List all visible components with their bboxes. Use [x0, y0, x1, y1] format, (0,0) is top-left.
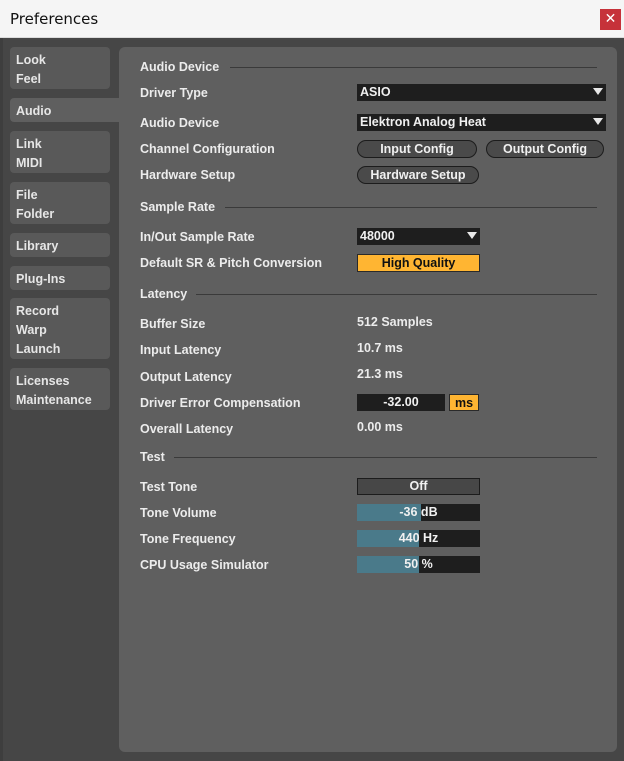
hardware-setup-button[interactable]: Hardware Setup: [357, 166, 479, 184]
section-audio-device: Audio Device: [140, 60, 220, 74]
tab-label: Launch: [16, 342, 61, 356]
tab-plug-ins[interactable]: Plug-Ins: [10, 266, 110, 290]
section-sample-rate: Sample Rate: [140, 200, 216, 214]
title-bar: Preferences ✕: [0, 0, 624, 38]
tab-look-feel[interactable]: Look Feel: [10, 47, 110, 89]
close-icon[interactable]: ✕: [600, 9, 621, 30]
chevron-down-icon: [593, 88, 603, 95]
test-tone-label: Test Tone: [140, 480, 198, 494]
tone-frequency-label: Tone Frequency: [140, 532, 236, 546]
audio-device-value: Elektron Analog Heat: [360, 115, 486, 129]
section-divider: [225, 207, 597, 208]
io-sample-rate-value: 48000: [360, 229, 395, 243]
sr-conversion-toggle[interactable]: High Quality: [357, 254, 480, 272]
input-config-button[interactable]: Input Config: [357, 140, 477, 158]
section-latency: Latency: [140, 287, 188, 301]
driver-error-label: Driver Error Compensation: [140, 396, 301, 410]
io-sample-rate-label: In/Out Sample Rate: [140, 230, 255, 244]
tab-label: Library: [16, 239, 59, 253]
tab-label: Link: [16, 137, 42, 151]
tone-volume-label: Tone Volume: [140, 506, 217, 520]
output-config-button[interactable]: Output Config: [486, 140, 604, 158]
section-divider: [196, 294, 597, 295]
tab-label: Record: [16, 304, 60, 318]
tab-record-warp-launch[interactable]: Record Warp Launch: [10, 298, 110, 359]
io-sample-rate-dropdown[interactable]: 48000: [357, 228, 480, 245]
output-latency-value: 21.3 ms: [357, 367, 403, 381]
overall-latency-value: 0.00 ms: [357, 420, 403, 434]
input-latency-value: 10.7 ms: [357, 341, 403, 355]
driver-type-value: ASIO: [360, 85, 391, 99]
driver-type-label: Driver Type: [140, 86, 208, 100]
tab-label: Audio: [16, 104, 52, 118]
tab-licenses-maintenance[interactable]: Licenses Maintenance: [10, 368, 110, 410]
channel-config-label: Channel Configuration: [140, 142, 275, 156]
tab-label: Warp: [16, 323, 47, 337]
tab-label: MIDI: [16, 156, 43, 170]
tone-volume-slider[interactable]: -36 dB: [357, 504, 480, 521]
tab-label: Plug-Ins: [16, 272, 66, 286]
tab-label: Licenses: [16, 374, 70, 388]
driver-error-unit: ms: [449, 394, 479, 411]
tab-label: Feel: [16, 72, 42, 86]
tab-label: File: [16, 188, 38, 202]
cpu-simulator-label: CPU Usage Simulator: [140, 558, 269, 572]
tab-label: Folder: [16, 207, 55, 221]
window-title: Preferences: [10, 10, 99, 28]
cpu-simulator-slider[interactable]: 50 %: [357, 556, 480, 573]
buffer-size-value[interactable]: 512 Samples: [357, 315, 433, 329]
section-test: Test: [140, 450, 165, 464]
input-latency-label: Input Latency: [140, 343, 222, 357]
hardware-setup-label: Hardware Setup: [140, 168, 236, 182]
tone-frequency-value: 440 Hz: [398, 531, 439, 545]
driver-type-dropdown[interactable]: ASIO: [357, 84, 606, 101]
test-tone-toggle[interactable]: Off: [357, 478, 480, 495]
audio-device-dropdown[interactable]: Elektron Analog Heat: [357, 114, 606, 131]
cpu-simulator-value: 50 %: [404, 557, 433, 571]
tone-frequency-slider[interactable]: 440 Hz: [357, 530, 480, 547]
chevron-down-icon: [593, 118, 603, 125]
left-edge: [0, 38, 3, 761]
section-divider: [230, 67, 597, 68]
audio-device-label: Audio Device: [140, 116, 220, 130]
sr-conversion-label: Default SR & Pitch Conversion: [140, 256, 322, 270]
tab-label: Maintenance: [16, 393, 92, 407]
tab-file-folder[interactable]: File Folder: [10, 182, 110, 224]
output-latency-label: Output Latency: [140, 370, 232, 384]
tone-volume-value: -36 dB: [399, 505, 438, 519]
chevron-down-icon: [467, 232, 477, 239]
driver-error-input[interactable]: -32.00: [357, 394, 445, 411]
buffer-size-label: Buffer Size: [140, 317, 206, 331]
tab-label: Look: [16, 53, 46, 67]
tab-link-midi[interactable]: Link MIDI: [10, 131, 110, 173]
overall-latency-label: Overall Latency: [140, 422, 234, 436]
tab-audio[interactable]: Audio: [10, 98, 120, 122]
tab-library[interactable]: Library: [10, 233, 110, 257]
section-divider: [174, 457, 597, 458]
